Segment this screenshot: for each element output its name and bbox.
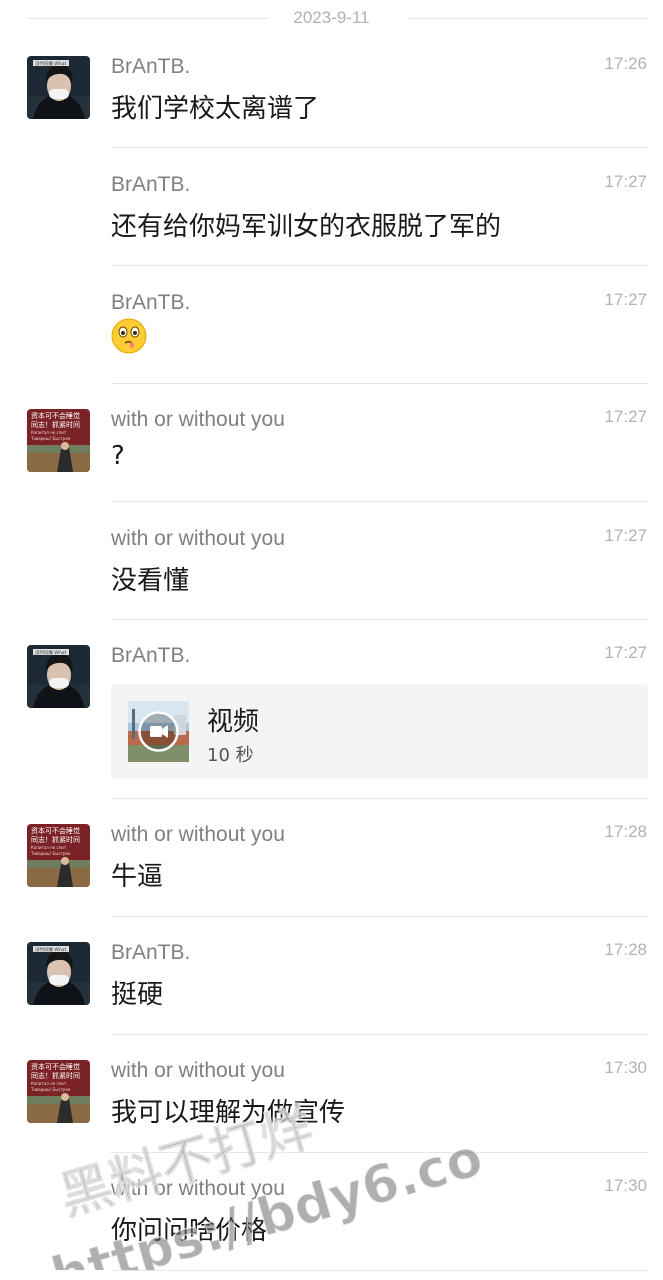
message-item[interactable]: 资本可不会睡觉 同志！抓紧时间 Капитал не спит Товарищ!…: [0, 407, 663, 502]
message-text[interactable]: 我可以理解为做宣传: [111, 1092, 345, 1129]
poster-line1: 资本可不会睡觉: [31, 826, 80, 835]
sender-name[interactable]: BrAnTB.: [111, 55, 190, 79]
message-text[interactable]: 还有给你妈军训女的衣服脱了军的: [111, 206, 501, 243]
message-item[interactable]: 没时间做 What BrAnTB. 17:28 挺硬: [0, 940, 663, 1035]
message-divider: [111, 1270, 648, 1271]
message-time: 17:30: [604, 1058, 647, 1077]
message-time: 17:27: [604, 290, 647, 309]
sender-name[interactable]: with or without you: [111, 1059, 285, 1083]
avatar-poster[interactable]: 资本可不会睡觉 同志！抓紧时间 Капитал не спит Товарищ!…: [27, 824, 90, 887]
message-divider: [111, 501, 648, 502]
avatar-brantb[interactable]: 没时间做 What: [27, 56, 90, 119]
message-time: 17:28: [604, 822, 647, 841]
message-text[interactable]: 我们学校太离谱了: [111, 88, 319, 125]
avatar-brantb[interactable]: 没时间做 What: [27, 645, 90, 708]
poster-line3: Капитал не спит: [31, 1081, 67, 1086]
avatar-caption: 没时间做 What: [35, 649, 66, 656]
sender-name[interactable]: BrAnTB.: [111, 644, 190, 668]
message-time: 17:28: [604, 940, 647, 959]
sender-name[interactable]: BrAnTB.: [111, 173, 190, 197]
sender-name[interactable]: with or without you: [111, 823, 285, 847]
message-item[interactable]: 没时间做 What BrAnTB. 17:26 我们学校太离谱了: [0, 54, 663, 148]
divider-right: [408, 18, 648, 19]
message-text[interactable]: 牛逼: [111, 856, 163, 893]
message-time: 17:27: [604, 526, 647, 545]
message-divider: [111, 147, 648, 148]
message-time: 17:27: [604, 407, 647, 426]
message-item[interactable]: 没时间做 What BrAnTB. 17:27 视频 10 秒: [0, 643, 663, 799]
sender-name[interactable]: BrAnTB.: [111, 291, 190, 315]
message-divider: [111, 916, 648, 917]
avatar-caption: 没时间做 What: [35, 60, 66, 67]
message-time: 17:27: [604, 172, 647, 191]
sender-name[interactable]: with or without you: [111, 1177, 285, 1201]
sender-name[interactable]: BrAnTB.: [111, 941, 190, 965]
message-text[interactable]: 挺硬: [111, 974, 163, 1011]
message-divider: [111, 619, 648, 620]
video-camera-icon: [150, 726, 162, 737]
message-item[interactable]: 资本可不会睡觉 同志！抓紧时间 Капитал не спит Товарищ!…: [0, 822, 663, 917]
poster-line2: 同志！抓紧时间: [31, 420, 80, 429]
message-divider: [111, 1152, 648, 1153]
avatar-poster[interactable]: 资本可不会睡觉 同志！抓紧时间 Капитал не спит Товарищ!…: [27, 1060, 90, 1123]
message-divider: [111, 798, 648, 799]
avatar-poster[interactable]: 资本可不会睡觉 同志！抓紧时间 Капитал не спит Товарищ!…: [27, 409, 90, 472]
message-time: 17:27: [604, 643, 647, 662]
message-text[interactable]: ?: [111, 441, 125, 471]
message-item[interactable]: with or without you 17:30 你问问啥价格: [0, 1176, 663, 1271]
poster-line1: 资本可不会睡觉: [31, 1062, 80, 1071]
message-text[interactable]: 没看懂: [111, 560, 189, 597]
poster-line1: 资本可不会睡觉: [31, 411, 80, 420]
poster-line3: Капитал не спит: [31, 430, 67, 435]
message-time: 17:30: [604, 1176, 647, 1195]
message-text[interactable]: 你问问啥价格: [111, 1210, 267, 1247]
video-card[interactable]: 视频 10 秒: [111, 684, 648, 779]
poster-line4: Товарищ! Быстрее: [30, 436, 71, 441]
video-thumbnail[interactable]: [128, 701, 189, 762]
message-divider: [111, 383, 648, 384]
poster-line4: Товарищ! Быстрее: [30, 1087, 71, 1092]
video-title: 视频: [207, 707, 260, 737]
message-divider: [111, 1034, 648, 1035]
message-time: 17:26: [604, 54, 647, 73]
avatar-brantb[interactable]: 没时间做 What: [27, 942, 90, 1005]
date-separator: 2023-9-11: [0, 0, 663, 38]
message-item[interactable]: BrAnTB. 17:27 还有给你妈军训女的衣服脱了军的: [0, 172, 663, 266]
poster-line2: 同志！抓紧时间: [31, 835, 80, 844]
message-item[interactable]: 资本可不会睡觉 同志！抓紧时间 Капитал не спит Товарищ!…: [0, 1058, 663, 1153]
sender-name[interactable]: with or without you: [111, 527, 285, 551]
poster-line4: Товарищ! Быстрее: [30, 851, 71, 856]
avatar-caption: 没时间做 What: [35, 946, 66, 953]
sender-name[interactable]: with or without you: [111, 408, 285, 432]
poster-line3: Капитал не спит: [31, 845, 67, 850]
message-item[interactable]: with or without you 17:27 没看懂: [0, 526, 663, 620]
video-duration: 10 秒: [207, 745, 254, 766]
message-item[interactable]: BrAnTB. 17:27: [0, 290, 663, 384]
poster-line2: 同志！抓紧时间: [31, 1071, 80, 1080]
wry-face-emoji[interactable]: [111, 318, 147, 354]
message-divider: [111, 265, 648, 266]
